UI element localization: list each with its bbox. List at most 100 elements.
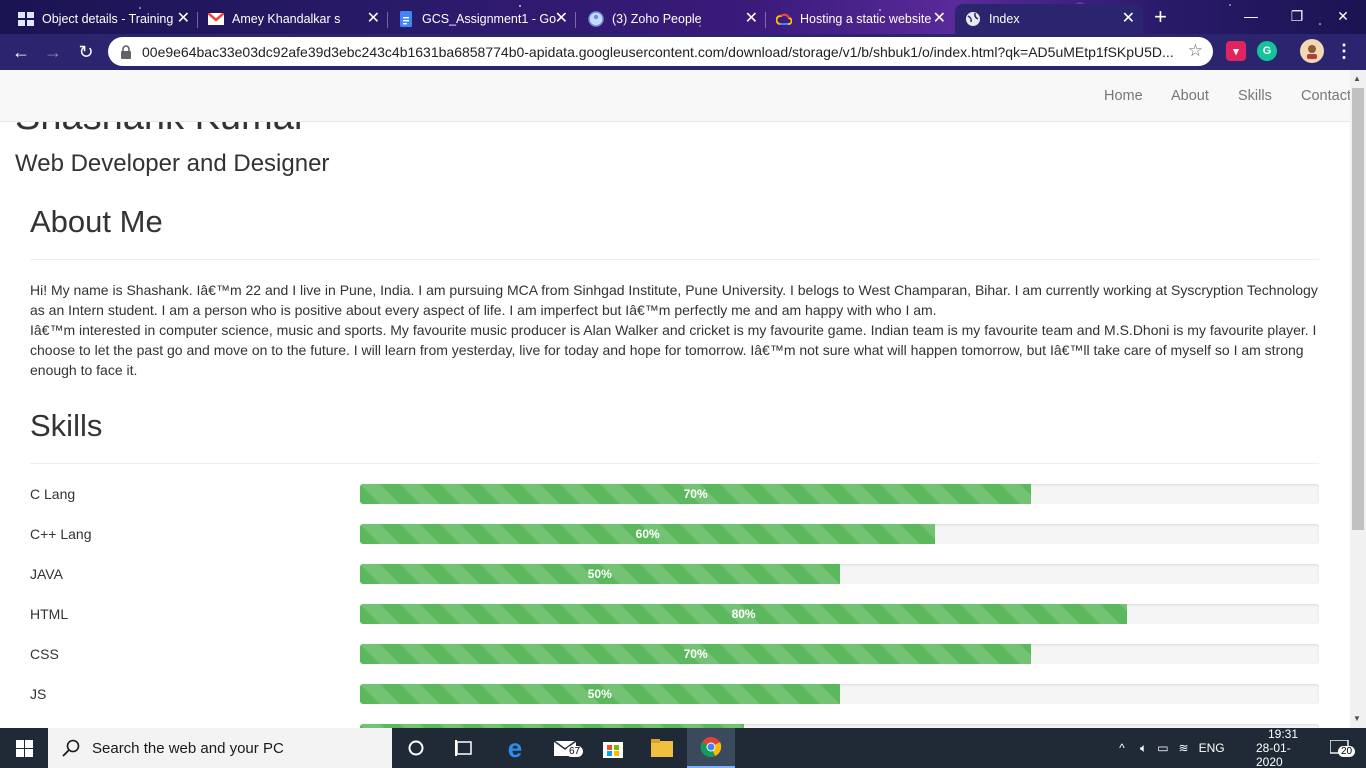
volume-muted-icon[interactable]: 🔈︎ xyxy=(1140,741,1147,756)
grammarly-extension-icon[interactable]: G xyxy=(1257,41,1277,61)
grid-icon xyxy=(18,11,34,27)
close-tab-icon[interactable]: ✕ xyxy=(745,4,758,34)
scroll-up-arrow-icon[interactable]: ▲ xyxy=(1353,74,1361,83)
nav-contact-link[interactable]: Contact xyxy=(1301,88,1350,104)
cloud-icon xyxy=(776,11,792,27)
hero-subtitle: Web Developer and Designer xyxy=(15,150,330,177)
skill-progress-bar: 50% xyxy=(360,684,840,704)
windows-taskbar: Search the web and your PC e 67 ^ 🔈︎ ▭ ≋… xyxy=(0,727,1366,768)
skill-row: CSS 70% xyxy=(30,644,1319,664)
nav-skills-link[interactable]: Skills xyxy=(1238,88,1272,104)
tab-title: (3) Zoho People xyxy=(612,12,702,26)
tab-title: Amey Khandalkar s xyxy=(232,12,341,26)
file-explorer-icon[interactable] xyxy=(638,728,686,768)
search-icon xyxy=(62,739,80,757)
about-divider xyxy=(30,259,1319,260)
skill-label: C Lang xyxy=(30,486,76,502)
store-icon[interactable] xyxy=(589,728,637,768)
restore-button[interactable]: ❐ xyxy=(1274,0,1320,32)
close-tab-icon[interactable]: ✕ xyxy=(933,4,946,34)
windows-logo-icon xyxy=(15,739,33,757)
task-view-icon[interactable] xyxy=(440,728,488,768)
forward-button[interactable]: → xyxy=(40,39,66,65)
new-tab-button[interactable]: + xyxy=(1154,6,1167,28)
site-navbar: Home About Skills Contact xyxy=(0,70,1350,122)
tab-title: Index xyxy=(989,12,1020,26)
minimize-button[interactable]: — xyxy=(1228,0,1274,32)
chrome-taskbar-icon[interactable] xyxy=(687,728,735,768)
close-window-button[interactable]: ✕ xyxy=(1320,0,1366,32)
tab-gmail[interactable]: Amey Khandalkar s ✕ xyxy=(198,4,388,34)
close-tab-icon[interactable]: ✕ xyxy=(367,4,380,34)
pocket-extension-icon[interactable]: ▾ xyxy=(1226,41,1246,61)
reload-button[interactable]: ↻ xyxy=(73,39,99,65)
clock[interactable]: 19:31 28-01-2020 xyxy=(1256,727,1310,768)
back-button[interactable]: ← xyxy=(8,39,34,65)
skill-row: C++ Lang 60% xyxy=(30,524,1319,544)
skill-progress-bar: 60% xyxy=(360,524,936,544)
action-center-button[interactable]: 20 xyxy=(1320,728,1360,768)
skill-progress-track: 70% xyxy=(360,644,1319,664)
skill-progress-bar: 70% xyxy=(360,644,1032,664)
about-paragraph: Hi! My name is Shashank. Iâ€™m 22 and I … xyxy=(30,282,1318,318)
skill-row: C Lang 70% xyxy=(30,484,1319,504)
skill-label: JS xyxy=(30,686,47,702)
show-hidden-icons-chevron-icon[interactable]: ^ xyxy=(1114,741,1130,755)
tab-title: GCS_Assignment1 - Go xyxy=(422,12,557,26)
tab-hosting-static-website[interactable]: Hosting a static website ✕ xyxy=(766,4,954,34)
skill-progress-track: 60% xyxy=(360,524,1319,544)
input-language[interactable]: ENG xyxy=(1199,741,1225,755)
taskbar-search-box[interactable]: Search the web and your PC xyxy=(48,728,392,768)
about-text: Hi! My name is Shashank. Iâ€™m 22 and I … xyxy=(30,280,1320,380)
scroll-down-arrow-icon[interactable]: ▼ xyxy=(1353,714,1361,723)
clock-time: 19:31 xyxy=(1267,727,1299,741)
windows-start-button[interactable] xyxy=(0,728,48,768)
mail-app-icon[interactable]: 67 xyxy=(542,728,590,768)
url-text: 00e9e64bac33e03dc92afe39d3ebc243c4b1631b… xyxy=(142,43,1174,60)
wifi-icon[interactable]: ≋ xyxy=(1179,741,1189,755)
skill-progress-track: 70% xyxy=(360,484,1319,504)
globe-icon xyxy=(965,11,981,27)
close-tab-icon[interactable]: ✕ xyxy=(555,4,568,34)
scrollbar-thumb[interactable] xyxy=(1352,88,1364,530)
tab-object-details[interactable]: Object details - Training ✕ xyxy=(8,4,198,34)
skill-row: JAVA 50% xyxy=(30,564,1319,584)
about-paragraph: Iâ€™m interested in computer science, mu… xyxy=(30,322,1317,378)
skill-progress-bar: 70% xyxy=(360,484,1032,504)
skill-row: JS 50% xyxy=(30,684,1319,704)
skill-row: HTML 80% xyxy=(30,604,1319,624)
browser-tab-strip: Object details - Training ✕ Amey Khandal… xyxy=(0,0,1366,34)
close-tab-icon[interactable]: ✕ xyxy=(177,4,190,34)
skill-progress-track: 50% xyxy=(360,564,1319,584)
nav-about-link[interactable]: About xyxy=(1171,88,1209,104)
vertical-scrollbar[interactable]: ▲ ▼ xyxy=(1350,70,1366,728)
system-tray: ^ 🔈︎ ▭ ≋ ENG xyxy=(1114,728,1225,768)
notification-count-badge: 20 xyxy=(1338,746,1356,757)
nav-home-link[interactable]: Home xyxy=(1104,88,1143,104)
skills-heading: Skills xyxy=(30,408,103,443)
lock-icon xyxy=(121,44,131,59)
tab-title: Hosting a static website xyxy=(800,12,932,26)
profile-avatar[interactable] xyxy=(1300,39,1324,63)
skill-progress-bar: 80% xyxy=(360,604,1128,624)
tab-title: Object details - Training xyxy=(42,12,174,26)
tab-separator xyxy=(575,12,576,28)
clock-date: 28-01-2020 xyxy=(1256,741,1291,768)
about-heading: About Me xyxy=(30,204,163,239)
taskbar-search-placeholder: Search the web and your PC xyxy=(92,739,284,757)
address-bar[interactable]: 00e9e64bac33e03dc92afe39d3ebc243c4b1631b… xyxy=(108,37,1213,66)
battery-icon[interactable]: ▭ xyxy=(1157,741,1168,755)
tab-index-active[interactable]: Index ✕ xyxy=(955,4,1143,34)
skill-label: CSS xyxy=(30,646,59,662)
close-tab-icon[interactable]: ✕ xyxy=(1122,4,1135,34)
bookmark-star-icon[interactable]: ☆ xyxy=(1188,41,1203,61)
skills-divider xyxy=(30,463,1319,464)
cortana-icon[interactable] xyxy=(392,728,440,768)
mail-badge: 67 xyxy=(566,746,584,757)
skill-label: HTML xyxy=(30,606,69,622)
skill-progress-track: 80% xyxy=(360,604,1319,624)
tab-google-docs[interactable]: GCS_Assignment1 - Go ✕ xyxy=(388,4,576,34)
tab-zoho-people[interactable]: (3) Zoho People ✕ xyxy=(578,4,766,34)
edge-browser-icon[interactable]: e xyxy=(491,728,539,768)
browser-menu-icon[interactable]: ⋮ xyxy=(1334,41,1354,61)
